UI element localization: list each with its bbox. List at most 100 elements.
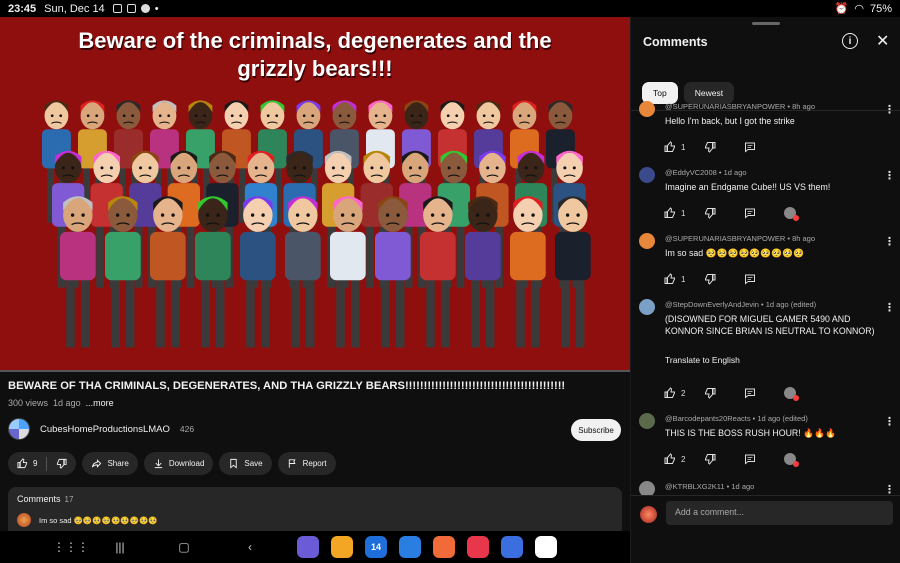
add-comment-bar: Add a comment... — [631, 495, 900, 545]
comment-avatar[interactable] — [639, 299, 655, 315]
comment-reply-button[interactable] — [744, 453, 784, 465]
battery-level: 75% — [869, 2, 892, 15]
comment-author[interactable]: @StepDownEverlyAndJevin — [665, 300, 759, 309]
app-drawer-icon[interactable]: ⋮⋮⋮ — [53, 540, 89, 554]
contacts-app[interactable] — [433, 536, 455, 558]
crowd-character — [60, 196, 96, 348]
comment-author[interactable]: @SUPERUNARIASBRYANPOWER — [665, 234, 785, 243]
save-button[interactable]: Save — [219, 452, 272, 475]
creator-heart-icon — [784, 453, 799, 467]
comments-card-header: Comments 17 — [17, 494, 613, 504]
download-label: Download — [168, 459, 205, 468]
flag-icon — [288, 459, 296, 468]
comment-dislike-button[interactable] — [704, 207, 744, 219]
comment-like-button[interactable]: 1 — [664, 141, 704, 153]
comment-author[interactable]: @KTRBLXG2K11 — [665, 482, 725, 491]
save-label: Save — [244, 459, 263, 468]
messages-app[interactable] — [399, 536, 421, 558]
calendar-app[interactable]: 14 — [365, 536, 387, 558]
video-overlay-title: Beware of the criminals, degenerates and… — [30, 27, 600, 83]
chrome-app[interactable] — [535, 536, 557, 558]
comment-time: 1d ago — [723, 168, 747, 177]
browser-app[interactable] — [297, 536, 319, 558]
close-icon[interactable]: ✕ — [876, 31, 889, 51]
reply-icon — [745, 454, 755, 465]
comment-like-count: 2 — [681, 454, 686, 464]
comments-panel: Comments i ✕ Top Newest @SUPERUNARIASBRY… — [630, 17, 900, 563]
channel-avatar[interactable] — [8, 418, 30, 440]
comment-reply-button[interactable] — [744, 141, 784, 153]
comments-preview-card[interactable]: Comments 17 Im so sad 🥺🥺🥺🥺🥺🥺🥺🥺🥺 — [8, 487, 622, 531]
drag-handle[interactable] — [752, 22, 780, 25]
files-app[interactable] — [331, 536, 353, 558]
comment-header: @SUPERUNARIASBRYANPOWER • 8h ago — [665, 234, 816, 243]
comment-avatar[interactable] — [639, 101, 655, 117]
thumbs-up-icon — [664, 141, 675, 152]
thumbs-down-icon[interactable] — [56, 458, 67, 469]
info-icon[interactable]: i — [842, 33, 858, 49]
comment-author[interactable]: @EddyVC2008 — [665, 168, 717, 177]
comment-item: @EddyVC2008 • 1d ago ⋮ Imagine an Endgame… — [639, 167, 897, 227]
action-bar: 9 Share Download Save Report — [8, 452, 336, 475]
gallery-icon — [126, 4, 136, 13]
creator-heart-icon — [784, 207, 799, 221]
comment-time: 1d ago (edited) — [765, 300, 817, 309]
download-button[interactable]: Download — [143, 452, 214, 475]
alarm-icon: ⏰ — [834, 3, 849, 15]
comment-dislike-button[interactable] — [704, 453, 744, 465]
comment-like-button[interactable]: 1 — [664, 273, 704, 285]
comment-like-button[interactable]: 2 — [664, 453, 704, 465]
subscribe-button[interactable]: Subscribe — [571, 419, 621, 441]
comment-like-button[interactable]: 1 — [664, 207, 704, 219]
share-button[interactable]: Share — [82, 452, 138, 475]
comment-time: 1d ago (edited) — [757, 414, 808, 423]
preview-avatar — [17, 513, 31, 527]
comment-time: 1d ago — [731, 482, 755, 491]
thumbs-up-icon — [664, 273, 675, 284]
comment-item: @SUPERUNARIASBRYANPOWER • 8h ago ⋮ Hello … — [639, 101, 897, 161]
add-comment-input[interactable]: Add a comment... — [666, 501, 893, 525]
comment-dislike-button[interactable] — [704, 141, 744, 153]
comment-avatar[interactable] — [639, 413, 655, 429]
comment-author[interactable]: @Barcodepants20Reacts — [665, 414, 751, 423]
view-count: 300 views — [8, 398, 49, 408]
crowd-character — [285, 196, 321, 348]
comments-card-count: 17 — [64, 495, 74, 504]
thumbs-up-icon — [664, 207, 675, 218]
like-button[interactable]: 9 — [17, 458, 37, 469]
channel-name[interactable]: CubesHomeProductionsLMAO — [40, 424, 170, 435]
comment-like-button[interactable]: 2 — [664, 387, 704, 399]
video-player[interactable]: Beware of the criminals, degenerates and… — [0, 17, 630, 370]
comment-header: @KTRBLXG2K11 • 1d ago — [665, 482, 755, 491]
comment-reply-button[interactable] — [744, 273, 784, 285]
translate-link[interactable]: Translate to English — [665, 355, 740, 365]
report-button[interactable]: Report — [277, 452, 336, 475]
roblox-app[interactable] — [501, 536, 523, 558]
thumbs-down-icon — [705, 142, 716, 153]
preview-text: Im so sad 🥺🥺🥺🥺🥺🥺🥺🥺🥺 — [39, 515, 158, 525]
thumbs-down-icon — [705, 454, 716, 465]
comment-reply-button[interactable] — [744, 207, 784, 219]
more-link[interactable]: ...more — [86, 398, 114, 408]
channel-row[interactable]: CubesHomeProductionsLMAO 426 — [8, 418, 194, 440]
crowd-character — [105, 196, 141, 348]
recents-icon[interactable]: ||| — [109, 540, 131, 554]
comment-like-count: 1 — [681, 208, 686, 218]
crowd-character — [240, 196, 276, 348]
crowd-character — [555, 196, 591, 348]
comment-like-count: 1 — [681, 274, 686, 284]
comment-avatar[interactable] — [639, 167, 655, 183]
comment-header: @Barcodepants20Reacts • 1d ago (edited) — [665, 414, 808, 423]
back-icon[interactable]: ‹ — [239, 540, 261, 554]
notification-icon — [140, 4, 150, 13]
comment-avatar[interactable] — [639, 233, 655, 249]
home-icon[interactable]: ▢ — [173, 540, 195, 554]
comment-reply-button[interactable] — [744, 387, 784, 399]
comment-author[interactable]: @SUPERUNARIASBRYANPOWER — [665, 102, 785, 111]
camera-app[interactable] — [467, 536, 489, 558]
download-icon — [154, 459, 162, 469]
comment-dislike-button[interactable] — [704, 273, 744, 285]
comment-dislike-button[interactable] — [704, 387, 744, 399]
video-progress-bar[interactable] — [0, 370, 630, 372]
pill-separator — [46, 456, 48, 471]
